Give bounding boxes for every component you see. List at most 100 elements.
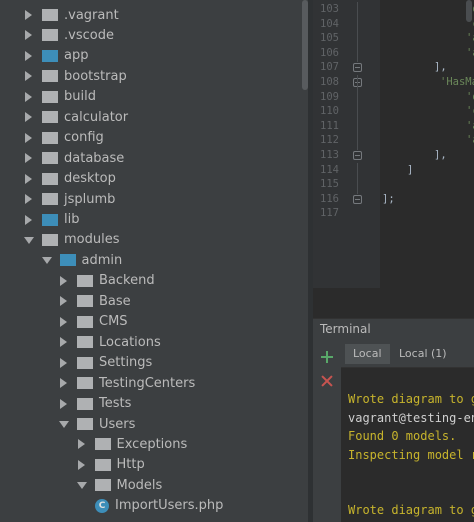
tree-item-exceptions[interactable]: Exceptions <box>0 434 300 454</box>
folder-grey-icon <box>94 458 111 471</box>
chevron-down-icon[interactable] <box>24 235 34 245</box>
chevron-down-icon[interactable] <box>76 480 87 490</box>
tree-item-tests[interactable]: Tests <box>0 394 300 414</box>
chevron-right-icon[interactable] <box>25 50 33 61</box>
editor-scrollbar[interactable] <box>466 0 472 22</box>
tree-item-build[interactable]: build <box>0 87 300 107</box>
close-icon[interactable] <box>320 374 334 388</box>
tree-item-calculator[interactable]: calculator <box>0 107 300 127</box>
terminal-output[interactable]: Wrote diagram to g vagrant@testing-en Foun… <box>341 368 474 522</box>
editor-gutter: 103 104 105 106 107 108 109 110 111 112 113 114 115 1… <box>313 0 380 288</box>
terminal-tab-local[interactable]: Local <box>345 344 390 364</box>
folder-grey-icon <box>42 70 58 83</box>
chevron-right-icon[interactable] <box>25 30 33 41</box>
folder-grey-icon <box>77 274 93 287</box>
chevron-right-icon[interactable] <box>60 316 68 327</box>
tree-item-backend[interactable]: Backend <box>0 271 300 291</box>
tree-item-testingcenters[interactable]: TestingCenters <box>0 373 300 393</box>
chevron-down-icon[interactable] <box>41 255 52 265</box>
folder-grey-icon <box>94 438 111 451</box>
chevron-right-icon[interactable] <box>25 214 33 225</box>
chevron-right-icon[interactable] <box>25 194 33 205</box>
terminal-line: Wrote diagram to g <box>348 503 474 517</box>
tree-item-label: Settings <box>99 355 153 371</box>
tree-item-label: .vagrant <box>64 7 119 23</box>
tree-item-config[interactable]: config <box>0 128 300 148</box>
tree-item-http[interactable]: Http <box>0 455 300 475</box>
chevron-right-icon[interactable] <box>60 296 68 307</box>
tree-item-label: jsplumb <box>64 191 116 207</box>
chevron-right-icon[interactable] <box>25 153 33 164</box>
editor-empty-area <box>313 288 474 318</box>
code-line: 'c <box>466 105 474 118</box>
chevron-right-icon[interactable] <box>60 275 68 286</box>
tree-item-label: Models <box>116 477 163 493</box>
terminal-title: Terminal <box>320 322 371 336</box>
line-number: 103 <box>320 3 339 15</box>
tree-item-jsplumb[interactable]: jsplumb <box>0 189 300 209</box>
tree-item-label: Tests <box>99 396 132 412</box>
tree-item-database[interactable]: database <box>0 148 300 168</box>
chevron-right-icon[interactable] <box>60 378 68 389</box>
tree-item-label: CMS <box>99 314 128 330</box>
folder-grey-icon <box>42 172 58 185</box>
terminal-tab-local-1[interactable]: Local (1) <box>391 344 455 364</box>
chevron-right-icon[interactable] <box>25 173 33 184</box>
chevron-right-icon[interactable] <box>60 337 68 348</box>
chevron-right-icon[interactable] <box>25 10 33 20</box>
code-line: 'a <box>466 46 474 59</box>
line-number: 117 <box>320 207 339 220</box>
tree-item-vscode[interactable]: .vscode <box>0 25 300 45</box>
line-number: 116 <box>320 192 339 205</box>
terminal-tabs: Local Local (1) <box>341 340 474 368</box>
fold-marker-icon[interactable] <box>353 194 362 204</box>
plus-icon[interactable] <box>320 350 334 364</box>
folder-grey-icon <box>94 479 111 492</box>
chevron-right-icon[interactable] <box>25 91 33 102</box>
tree-item-users[interactable]: Users <box>0 414 300 434</box>
tree-item-bootstrap[interactable]: bootstrap <box>0 66 300 86</box>
tree-item-lib[interactable]: lib <box>0 210 300 230</box>
tree-item-app[interactable]: app <box>0 46 300 66</box>
tree-item-locations[interactable]: Locations <box>0 332 300 352</box>
chevron-down-icon[interactable] <box>59 419 69 429</box>
tree-item-label: database <box>64 150 125 166</box>
chevron-right-icon[interactable] <box>60 398 68 409</box>
tree-item-vagrant[interactable]: .vagrant <box>0 5 300 25</box>
code-line: ]; <box>382 192 395 205</box>
tree-item-cms[interactable]: CMS <box>0 312 300 332</box>
chevron-right-icon[interactable] <box>25 132 33 143</box>
php-class-icon: C <box>95 498 109 513</box>
line-number: 108 <box>320 76 339 88</box>
tree-item-models[interactable]: Models <box>0 475 300 495</box>
tree-item-importusers-php[interactable]: C ImportUsers.php <box>0 496 300 516</box>
tree-item-label: lib <box>64 212 80 227</box>
folder-grey-icon <box>77 418 93 430</box>
tree-item-label: Users <box>99 416 136 432</box>
tree-item-desktop[interactable]: desktop <box>0 169 300 189</box>
editor-code-area[interactable]: 'd'c'a'a],'HasMa'd'c'a'a],]]; <box>380 0 474 288</box>
tree-item-label: TestingCenters <box>99 375 196 391</box>
tree-item-label: Locations <box>99 334 161 350</box>
tree-item-label: .vscode <box>64 27 114 43</box>
line-number: 111 <box>320 119 339 132</box>
chevron-right-icon[interactable] <box>77 459 86 470</box>
fold-marker-icon[interactable] <box>353 63 362 73</box>
terminal-toolbar <box>313 340 341 522</box>
folder-grey-icon <box>42 111 58 124</box>
chevron-right-icon[interactable] <box>60 357 68 368</box>
tree-item-label: modules <box>64 232 120 248</box>
chevron-right-icon[interactable] <box>77 439 86 450</box>
fold-guide-line <box>357 162 358 194</box>
code-line: 'HasMa <box>440 76 474 88</box>
folder-grey-icon <box>42 233 58 246</box>
tree-item-modules[interactable]: modules <box>0 230 300 250</box>
tree-item-admin[interactable]: admin <box>0 250 300 270</box>
folder-grey-icon <box>42 152 58 165</box>
fold-marker-icon[interactable] <box>353 151 362 160</box>
tree-item-settings[interactable]: Settings <box>0 353 300 373</box>
chevron-right-icon[interactable] <box>25 112 33 123</box>
chevron-right-icon[interactable] <box>25 71 33 82</box>
line-number: 114 <box>320 163 339 176</box>
tree-item-base[interactable]: Base <box>0 291 300 311</box>
